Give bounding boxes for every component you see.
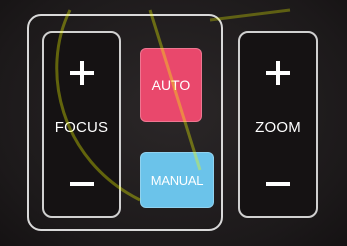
- auto-button[interactable]: AUTO: [140, 48, 202, 122]
- remote-control-panel: FOCUS AUTO MANUAL ZOOM: [0, 0, 347, 246]
- focus-label: FOCUS: [54, 119, 109, 136]
- zoom-rocker: ZOOM: [238, 31, 318, 218]
- focus-rocker: FOCUS: [42, 31, 121, 218]
- zoom-decrease-button[interactable]: [240, 158, 316, 210]
- focus-increase-button[interactable]: [44, 39, 119, 107]
- minus-icon: [266, 172, 290, 196]
- plus-icon: [266, 61, 290, 85]
- focus-decrease-button[interactable]: [44, 158, 119, 210]
- manual-button[interactable]: MANUAL: [140, 152, 214, 208]
- zoom-increase-button[interactable]: [240, 39, 316, 107]
- zoom-label: ZOOM: [255, 119, 301, 136]
- minus-icon: [69, 172, 94, 196]
- plus-icon: [69, 61, 94, 85]
